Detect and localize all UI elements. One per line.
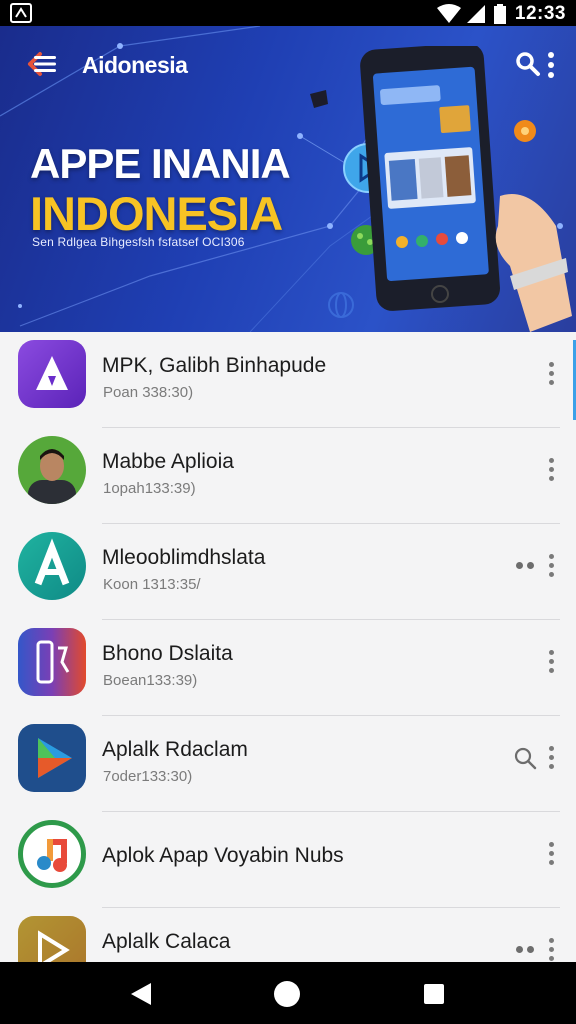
bell-icon [310,90,328,108]
music-note-icon [18,820,86,888]
list-item[interactable]: Mleooblimdhslata Koon 1313:35/ [0,524,576,620]
purple-arrow-logo-icon [18,340,86,408]
app-meta: 7oder133:30) [103,768,193,785]
app-meta: Boean133:39) [103,672,198,689]
app-name: Aplok Apap Voyabin Nubs [102,844,344,867]
more-vertical-icon[interactable] [546,650,556,674]
wifi-icon [437,4,461,23]
menu-icon [28,52,56,76]
app-meta: Poan 338:30) [103,384,194,401]
app-name: Aidonesia [82,52,188,78]
app-meta: 1opah133:39) [103,480,196,497]
banner-title-line1: APPE INANIA [30,140,291,187]
app-name: Mabbe Aplioia [102,450,234,473]
phone-illustration [360,46,572,332]
two-dots-icon[interactable] [516,562,536,570]
search-icon[interactable] [513,746,537,770]
more-vertical-icon[interactable] [546,842,556,866]
banner-subtitle: Sen Rdlgea Bihgesfsh fsfatsef OCI306 [32,235,245,249]
list-item[interactable]: Bhono Dslaita Boean133:39) [0,620,576,716]
phone-app-icon [18,628,86,696]
app-list: MPK, Galibh Binhapude Poan 338:30) Mabbe… [0,332,576,984]
app-name: Mleooblimdhslata [102,546,266,569]
two-dots-icon[interactable] [516,946,536,954]
more-vertical-icon[interactable] [546,938,556,962]
app-name: Aplalk Calaca [102,930,231,953]
system-nav-bar [0,962,576,1024]
clock: 12:33 [514,3,566,24]
list-item[interactable]: MPK, Galibh Binhapude Poan 338:30) [0,332,576,428]
list-item[interactable]: Mabbe Aplioia 1opah133:39) [0,428,576,524]
play-triangle-icon [18,724,86,792]
user-avatar [18,436,86,504]
more-vertical-icon[interactable] [546,554,556,578]
banner-title-line2: INDONESIA [30,187,283,240]
globe-icon [328,292,354,318]
app-name: Aplalk Rdaclam [102,738,248,761]
recent-apps-icon[interactable] [424,984,444,1004]
list-item[interactable]: Aplok Apap Voyabin Nubs [0,812,576,908]
status-bar: 12:33 [0,0,576,26]
list-item[interactable]: Aplalk Rdaclam 7oder133:30) [0,716,576,812]
more-vertical-icon[interactable] [546,746,556,770]
notification-app-icon [10,3,32,23]
back-icon[interactable] [130,982,152,1006]
teal-a-logo-icon [18,532,86,600]
app-meta: Koon 1313:35/ [103,576,201,593]
menu-button[interactable] [20,48,60,80]
cell-signal-icon [467,5,485,23]
header-banner: Aidonesia APPE INANIA INDONESIA Sen Rdlg… [0,26,576,332]
home-icon[interactable] [274,981,300,1007]
battery-icon [494,4,506,24]
more-vertical-icon[interactable] [546,362,556,386]
app-name: MPK, Galibh Binhapude [102,354,327,377]
app-name: Bhono Dslaita [102,642,233,665]
more-vertical-icon[interactable] [546,458,556,482]
